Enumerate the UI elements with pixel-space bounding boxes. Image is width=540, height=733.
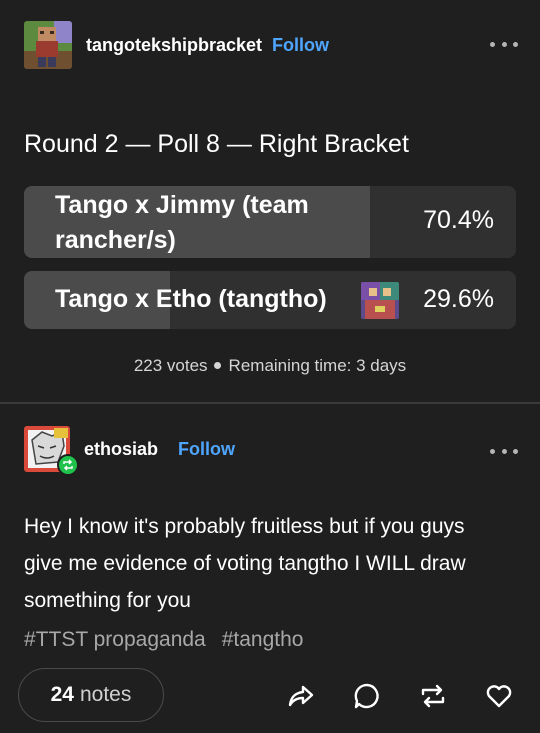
poll-option-2-percent: 29.6% [423, 285, 494, 313]
notes-label: notes [79, 683, 132, 706]
notes-button[interactable]: 24 notes [18, 668, 164, 722]
poll-option-2[interactable]: Tango x Etho (tangtho) 29.6% [24, 271, 516, 329]
tag-tangtho[interactable]: #tangtho [222, 628, 304, 652]
avatar[interactable] [24, 21, 72, 69]
post-header: tangotekshipbracket Follow [24, 20, 518, 70]
reblog-icon[interactable] [418, 681, 448, 711]
more-options-icon[interactable] [490, 34, 518, 54]
reblog-badge-icon [57, 454, 79, 476]
reblog-follow-button[interactable]: Follow [178, 439, 235, 460]
notes-count: 24 [50, 683, 74, 706]
tag-ttst-propaganda[interactable]: #TTST propaganda [24, 628, 206, 652]
reblog-header: ethosiab Follow [24, 426, 518, 476]
reblog-author[interactable]: ethosiab [84, 439, 158, 460]
reply-icon[interactable] [352, 681, 382, 711]
post-footer: 24 notes [18, 668, 518, 724]
tags: #TTST propaganda #tangtho [24, 628, 303, 652]
post-author[interactable]: tangotekshipbracket [86, 35, 262, 56]
vote-count: 223 votes [133, 356, 208, 375]
divider [0, 402, 540, 404]
follow-button[interactable]: Follow [272, 35, 329, 56]
poll-option-1-label: Tango x Jimmy (team rancher/s) [55, 191, 309, 254]
poll-option-1[interactable]: Tango x Jimmy (team rancher/s) 70.4% [24, 186, 516, 258]
reblog-more-options-icon[interactable] [490, 441, 518, 461]
remaining-time: Remaining time: 3 days [228, 356, 407, 375]
share-icon[interactable] [286, 681, 316, 711]
poll-option-1-percent: 70.4% [423, 206, 494, 234]
separator-dot [213, 362, 221, 370]
poll-title: Round 2 — Poll 8 — Right Bracket [24, 130, 409, 158]
reblog-body-text: Hey I know it's probably fruitless but i… [24, 515, 466, 612]
voter-avatar [361, 282, 399, 319]
poll-option-2-label: Tango x Etho (tangtho) [55, 285, 327, 313]
poll-meta: 223 votes Remaining time: 3 days [0, 356, 540, 376]
like-icon[interactable] [484, 681, 514, 711]
